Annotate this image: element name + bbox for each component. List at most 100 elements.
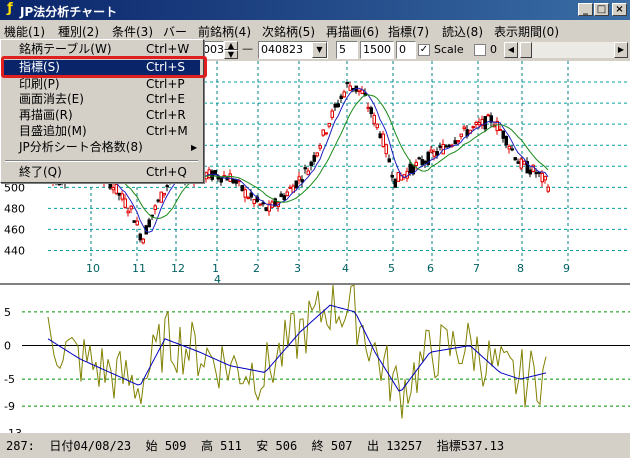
candle-body [486,114,490,117]
candle-body [540,172,544,183]
candle-body [513,157,517,161]
candle-body [132,220,136,223]
menu-item-jp-sheet-pass-count[interactable]: JP分析シート合格数(8) ▶ [3,140,200,155]
menu-shubetsu[interactable]: 種別(2) [58,23,99,40]
price-x-sublabel: 4 [214,273,221,283]
price-x-tick-label: 5 [388,262,395,275]
candle-body [258,203,262,206]
menu-jouken[interactable]: 条件(3) [112,23,153,40]
candle-body [114,184,118,194]
candle-body [294,180,298,189]
candle-body [453,140,457,145]
candle-body [390,174,394,178]
scroll-left-button[interactable]: ◀ [504,42,518,58]
candle-body [516,161,520,164]
candle-body [123,198,127,208]
menu-item-clear-screen[interactable]: 画面消去(E) Ctrl+E [3,92,200,107]
candle-body [366,106,370,109]
candle-body [519,158,523,169]
price-y-tick-label: 500 [4,181,25,194]
price-y-tick-label: 480 [4,202,25,215]
candle-body [141,238,145,244]
candle-body [393,178,397,188]
price-y-tick-label: 440 [4,244,25,257]
menu-next-stock[interactable]: 次銘柄(5) [262,23,315,40]
window-title: JP法分析チャート [20,5,118,19]
param-b-field[interactable]: 1500 [360,41,394,59]
candle-body [303,167,307,170]
maximize-button[interactable]: □ [594,3,609,16]
menu-item-exit[interactable]: 終了(Q) Ctrl+Q [3,165,200,180]
option-checkbox[interactable] [474,44,486,56]
candle-body [372,114,376,124]
status-bar: 287: 日付04/08/23 始 509 高 511 安 506 終 507 … [0,433,630,458]
candle-body [327,122,331,127]
menu-item-stock-table[interactable]: 銘柄テーブル(W) Ctrl+W [3,42,200,57]
candle-body [210,170,214,180]
price-x-tick-label: 12 [171,262,185,275]
menu-item-redraw[interactable]: 再描画(R) Ctrl+R [3,108,200,123]
candle-body [387,158,391,163]
highlight-annotation [1,56,207,78]
candle-body [507,145,511,150]
candle-body [534,171,538,175]
menu-display-period[interactable]: 表示期間(0) [494,23,559,40]
oscillator-y-tick-label: 0 [4,340,11,353]
candle-body [318,145,322,149]
candle-body [219,177,223,183]
menu-kinou[interactable]: 機能(1) [4,23,45,40]
menu-item-print[interactable]: 印刷(P) Ctrl+P [3,77,200,92]
candle-body [246,197,250,200]
param-a-field[interactable]: 5 [336,41,358,59]
date-from-up-button[interactable]: ▲ [224,41,238,50]
candle-body [471,126,475,129]
menu-redraw[interactable]: 再描画(6) [326,23,379,40]
toolbar: 003 ▲ ▼ — 040823 ▼ 5 1500 0 ✓ Scale 0 ◀ … [200,39,630,61]
candle-body [120,193,124,200]
candle-body [432,151,436,157]
price-x-tick-label: 3 [294,262,301,275]
candle-body [165,185,169,188]
candle-body [477,122,481,126]
candle-body [369,107,373,115]
price-x-tick-label: 9 [563,262,570,275]
candle-body [324,132,328,135]
candle-body [300,179,304,183]
candle-body [336,103,340,108]
param-c-field[interactable]: 0 [396,41,416,59]
candle-body [231,178,235,184]
candle-body [261,202,265,205]
candle-body [543,176,547,181]
minimize-button[interactable]: _ [578,3,593,16]
candle-body [249,192,253,198]
candle-body [321,129,325,136]
scale-checkbox[interactable]: ✓ [418,44,430,56]
scroll-right-button[interactable]: ▶ [614,42,628,58]
date-from-down-button[interactable]: ▼ [224,50,238,59]
candle-body [378,133,382,139]
oscillator-y-tick-label: -5 [4,373,15,386]
menu-prev-stock[interactable]: 前銘柄(4) [198,23,251,40]
candle-body [243,189,247,198]
date-to-dropdown-button[interactable]: ▼ [312,42,327,58]
candle-body [279,193,283,198]
candle-body [429,149,433,153]
candle-body [435,151,439,156]
menu-indicator[interactable]: 指標(7) [388,23,429,40]
option-value-label: 0 [490,43,497,56]
candle-body [501,130,505,139]
period-scrollbar-thumb[interactable] [520,42,532,58]
candle-body [447,144,451,148]
price-x-tick-label: 4 [342,262,349,275]
close-button[interactable]: × [612,3,627,16]
candle-body [207,169,211,178]
price-y-tick-label: 460 [4,223,25,236]
candle-body [162,192,166,196]
period-scrollbar-track[interactable] [518,42,614,58]
oscillator-y-tick-label: 5 [4,306,11,319]
menu-bar-type[interactable]: バー [163,23,187,40]
candle-body [381,133,385,147]
menu-item-add-scale[interactable]: 目盛追加(M) Ctrl+M [3,124,200,139]
menu-load[interactable]: 読込(8) [442,23,483,40]
candle-body [459,133,463,137]
